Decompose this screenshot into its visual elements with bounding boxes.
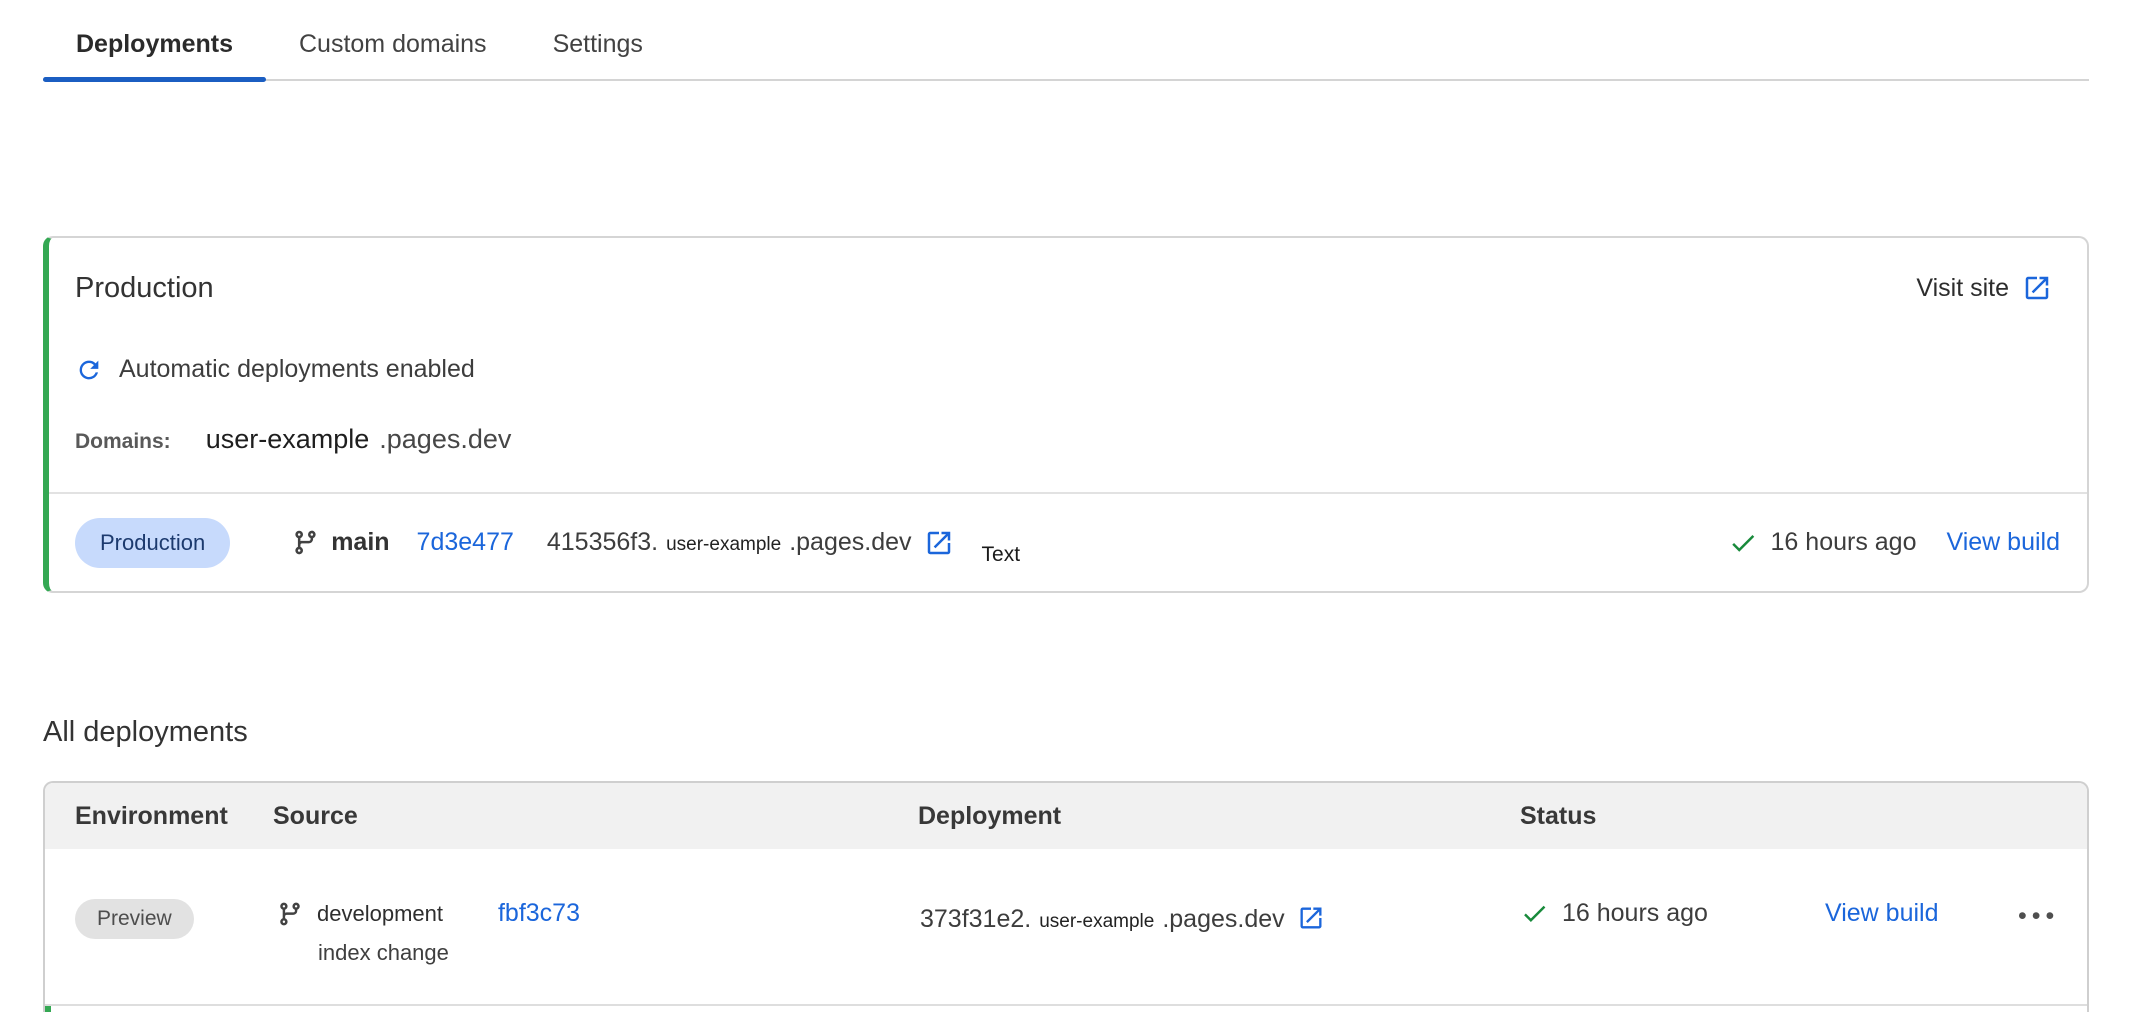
tab-deployments[interactable]: Deployments (43, 16, 266, 79)
commit-link[interactable]: fbf3c73 (498, 899, 580, 928)
domain-name: user-example (206, 424, 370, 455)
success-check-icon (1728, 528, 1758, 558)
refresh-icon (75, 356, 103, 384)
auto-deployments-text: Automatic deployments enabled (119, 355, 475, 384)
visit-site-link[interactable]: Visit site (1916, 273, 2052, 303)
environment-badge-preview: Preview (75, 899, 194, 939)
visit-site-label: Visit site (1916, 274, 2009, 303)
row-divider (45, 1004, 2087, 1006)
table-row: Preview development fbf3c73 index change… (45, 849, 2087, 1004)
column-header-environment: Environment (45, 802, 273, 831)
deployment-url-prefix: 373f31e2. (920, 905, 1031, 934)
deployments-table: Environment Source Deployment Status Pre… (43, 781, 2089, 1012)
production-card: Production Visit site Automatic deployme… (43, 236, 2089, 593)
domain-suffix: .pages.dev (379, 424, 511, 455)
view-build-link[interactable]: View build (1946, 528, 2060, 557)
deployment-time: 16 hours ago (1771, 528, 1917, 557)
column-header-source: Source (273, 802, 918, 831)
branch-name: main (331, 528, 389, 557)
deployment-url-prefix: 415356f3. (547, 528, 658, 557)
external-link-icon[interactable] (924, 528, 954, 558)
external-link-icon[interactable] (1297, 904, 1325, 932)
tab-bar: Deployments Custom domains Settings (43, 0, 2089, 81)
column-header-status: Status (1520, 802, 1800, 831)
next-row-indicator (45, 1006, 51, 1012)
git-branch-icon (292, 529, 319, 556)
domains-label: Domains: (75, 430, 171, 454)
production-title: Production (75, 271, 214, 305)
overlay-note: Text (982, 543, 1021, 567)
success-check-icon (1520, 899, 1549, 928)
all-deployments-title: All deployments (43, 715, 2132, 749)
deployment-url-suffix: .pages.dev (789, 528, 911, 557)
commit-link[interactable]: 7d3e477 (417, 528, 514, 557)
production-deployment-row: Production main 7d3e477 415356f3. user-e… (49, 494, 2087, 591)
row-menu-button[interactable]: ••• (2018, 902, 2059, 930)
external-link-icon (2022, 273, 2052, 303)
table-header: Environment Source Deployment Status (45, 783, 2087, 849)
deployment-url: 373f31e2. user-example .pages.dev (918, 899, 1520, 934)
git-branch-icon (277, 901, 303, 927)
deployment-time: 16 hours ago (1562, 899, 1708, 928)
tab-custom-domains[interactable]: Custom domains (266, 16, 520, 79)
view-build-link[interactable]: View build (1825, 899, 1939, 927)
deployment-url-name: user-example (1039, 911, 1154, 933)
environment-badge-production: Production (75, 518, 230, 568)
tab-settings[interactable]: Settings (520, 16, 676, 79)
column-header-deployment: Deployment (918, 802, 1520, 831)
deployment-url: 415356f3. user-example .pages.dev (547, 528, 912, 557)
branch-name: development (317, 901, 443, 927)
deployment-url-name: user-example (666, 534, 781, 556)
deployment-url-suffix: .pages.dev (1162, 905, 1284, 934)
commit-message: index change (318, 940, 918, 966)
